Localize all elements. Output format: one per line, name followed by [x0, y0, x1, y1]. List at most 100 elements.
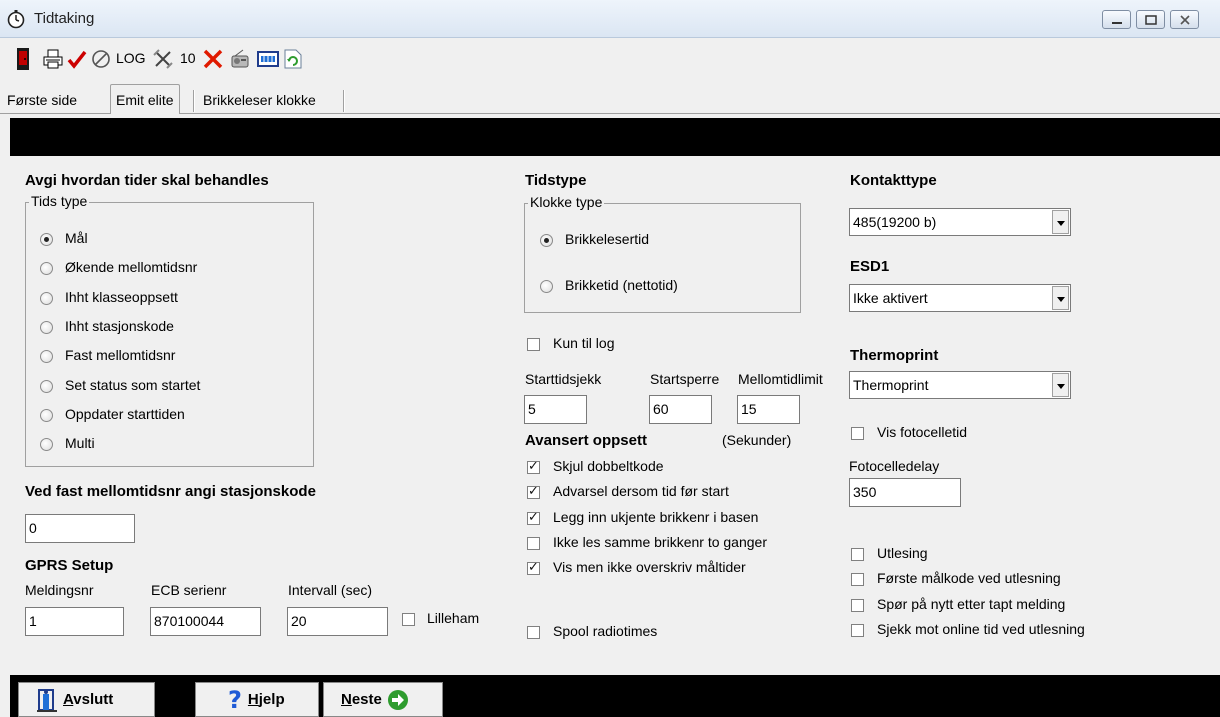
- meldingsnr-input[interactable]: 1: [25, 607, 124, 636]
- vis-fotocelletid-label: Vis fotocelletid: [877, 424, 968, 440]
- radio-times-1[interactable]: [40, 233, 53, 246]
- lilleham-checkbox[interactable]: [402, 613, 415, 626]
- advanced-checkbox-3[interactable]: [527, 510, 540, 525]
- brikketid-label: Brikketid (nettotid): [565, 277, 678, 293]
- radio-times-8[interactable]: [40, 438, 53, 452]
- exit-door-icon[interactable]: [14, 47, 32, 71]
- keyboard-icon[interactable]: [256, 47, 280, 71]
- kontakttype-heading: Kontakttype: [850, 172, 937, 189]
- ten-button[interactable]: 10: [180, 50, 196, 66]
- startsperre-label: Startsperre: [650, 371, 720, 387]
- interval-label: Intervall (sec): [288, 582, 373, 598]
- thermoprint-select[interactable]: Thermoprint: [849, 371, 1071, 399]
- station-code-input[interactable]: 0: [25, 514, 135, 543]
- log-button[interactable]: LOG: [116, 50, 146, 66]
- stopwatch-icon: [7, 10, 25, 29]
- kun-til-log-checkbox[interactable]: [527, 338, 540, 351]
- advanced-option-label: Ikke les samme brikkenr to ganger: [553, 533, 767, 550]
- starttidsjekk-label: Starttidsjekk: [525, 371, 602, 387]
- refresh-icon[interactable]: [282, 47, 304, 71]
- interval-input[interactable]: 20: [287, 607, 388, 636]
- restore-button[interactable]: [1136, 10, 1165, 29]
- radio-times-6[interactable]: [40, 379, 53, 393]
- times-option-label: Økende mellomtidsnr: [65, 259, 198, 276]
- print-icon[interactable]: [42, 47, 64, 71]
- header-bar: [10, 118, 1220, 156]
- kontakttype-select[interactable]: 485(19200 b): [849, 208, 1071, 236]
- tools-icon[interactable]: [152, 47, 174, 71]
- exit-button[interactable]: Avslutt: [18, 682, 155, 717]
- chevron-down-icon[interactable]: [1052, 210, 1069, 234]
- chevron-down-icon[interactable]: [1052, 373, 1069, 397]
- fotocelledelay-label: Fotocelledelay: [849, 458, 940, 474]
- readout-option-label: Første målkode ved utlesning: [877, 570, 1061, 587]
- radio-times-4[interactable]: [40, 320, 53, 334]
- klokke-type-legend: Klokke type: [528, 194, 605, 210]
- advanced-checkbox-5[interactable]: [527, 560, 540, 576]
- advanced-checkbox-1[interactable]: [527, 459, 540, 474]
- restore-icon: [1145, 15, 1157, 25]
- chevron-down-icon[interactable]: [1052, 286, 1069, 310]
- minimize-icon: [1112, 22, 1122, 24]
- arrow-right-icon: [387, 689, 408, 710]
- help-button[interactable]: ? Hjelp: [195, 682, 319, 717]
- times-option-label: Oppdater starttiden: [65, 405, 185, 422]
- advanced-option-label: Advarsel dersom tid før start: [553, 483, 729, 500]
- starttidsjekk-input[interactable]: 5: [524, 395, 587, 424]
- readout-checkbox-2[interactable]: [851, 573, 864, 587]
- readout-checkbox-3[interactable]: [851, 598, 864, 612]
- startsperre-input[interactable]: 60: [649, 395, 712, 424]
- times-heading: Avgi hvordan tider skal behandles: [25, 172, 269, 189]
- tab-brikkeleser-klokke[interactable]: Brikkeleser klokke: [198, 88, 321, 113]
- thermoprint-value: Thermoprint: [853, 377, 929, 393]
- mellomtidlimit-input[interactable]: 15: [737, 395, 800, 424]
- bottom-bar: [10, 675, 1220, 717]
- ecb-serial-input[interactable]: 870100044: [150, 607, 261, 636]
- readout-checkbox-4[interactable]: [851, 623, 864, 637]
- kontakttype-value: 485(19200 b): [853, 214, 937, 230]
- next-button[interactable]: Neste: [323, 682, 443, 717]
- radio-times-7[interactable]: [40, 408, 53, 422]
- ecb-label: ECB serienr: [151, 582, 227, 598]
- tidstype-heading: Tidstype: [525, 172, 587, 189]
- cancel-circle-icon[interactable]: [90, 47, 112, 71]
- kun-til-log-label: Kun til log: [553, 335, 615, 351]
- advanced-option-label: Skjul dobbeltkode: [553, 458, 664, 474]
- tabs-border: [0, 113, 1220, 114]
- close-button[interactable]: [1170, 10, 1199, 29]
- gprs-heading: GPRS Setup: [25, 557, 114, 574]
- times-option-label: Set status som startet: [65, 376, 201, 393]
- esd1-select[interactable]: Ikke aktivert: [849, 284, 1071, 312]
- help-mnemonic: H: [247, 691, 259, 708]
- tab-separator: [343, 90, 345, 112]
- times-option-label: Mål: [65, 230, 88, 246]
- tab-emit-elite[interactable]: Emit elite: [110, 84, 180, 114]
- fotocelledelay-input[interactable]: 350: [849, 478, 961, 507]
- times-option-label: Multi: [65, 435, 95, 452]
- spool-checkbox[interactable]: [527, 626, 540, 639]
- vis-fotocelletid-checkbox[interactable]: [851, 427, 864, 440]
- radio-brikkelesertid[interactable]: [540, 234, 553, 247]
- radio-times-3[interactable]: [40, 291, 53, 305]
- spool-label: Spool radiotimes: [553, 623, 658, 639]
- readout-option-label: Spør på nytt etter tapt melding: [877, 595, 1066, 612]
- radio-brikketid[interactable]: [540, 280, 553, 293]
- window-title: Tidtaking: [34, 10, 95, 27]
- check-icon[interactable]: [66, 47, 88, 71]
- station-heading: Ved fast mellomtidsnr angi stasjonskode: [25, 483, 316, 500]
- readout-option-label: Sjekk mot online tid ved utlesning: [877, 620, 1085, 637]
- tids-type-legend: Tids type: [29, 193, 90, 209]
- advanced-checkbox-2[interactable]: [527, 484, 540, 500]
- esd1-heading: ESD1: [850, 258, 890, 275]
- delete-icon[interactable]: [201, 47, 225, 71]
- close-icon: [1180, 15, 1190, 25]
- radio-icon[interactable]: [228, 47, 252, 71]
- lilleham-label: Lilleham: [427, 610, 480, 626]
- readout-checkbox-1[interactable]: [851, 548, 864, 561]
- tab-forste-side[interactable]: Første side: [2, 88, 82, 113]
- meldingsnr-label: Meldingsnr: [25, 582, 94, 598]
- minimize-button[interactable]: [1102, 10, 1131, 29]
- advanced-checkbox-4[interactable]: [527, 536, 540, 550]
- exit-door-icon: [37, 688, 57, 712]
- mellomtidlimit-label: Mellomtidlimit: [738, 371, 823, 387]
